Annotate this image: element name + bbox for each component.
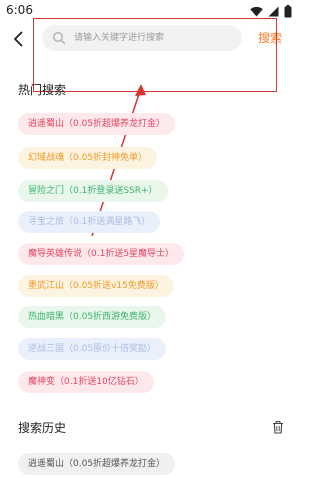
hot-search-tag[interactable]: 逆战三国（0.05原价十倍奖励） (18, 338, 167, 360)
search-box[interactable] (42, 25, 242, 51)
search-history-title: 搜索历史 (18, 421, 67, 435)
hot-search-tag[interactable]: 魔导英雄传说（0.1折送5星魔导士） (18, 243, 185, 265)
search-header: 搜索 (0, 22, 300, 58)
hot-search-tag[interactable]: 热血暗黑（0.05折西游免费版） (18, 306, 167, 328)
hot-search-tag[interactable]: 寻宝之旅（0.1折送满星路飞） (18, 211, 161, 233)
hot-search-title: 热门搜索 (18, 83, 67, 97)
status-icons (250, 5, 292, 18)
trash-icon[interactable] (272, 421, 284, 434)
hot-search-tag[interactable]: 逍遥蜀山（0.05折超爆养龙打金） (18, 113, 176, 135)
search-button[interactable]: 搜索 (258, 29, 282, 46)
hot-search-tag[interactable]: 墨武江山（0.05折送v15免费版） (18, 275, 174, 297)
hot-search-tag[interactable]: 幻域战魂（0.05折封神免单） (18, 147, 158, 169)
status-time: 6:06 (6, 3, 33, 17)
history-item[interactable]: 逍遥蜀山（0.05折超爆养龙打金） (18, 453, 176, 475)
annotation-arrow (91, 84, 146, 237)
search-icon (52, 31, 66, 45)
wifi-icon (250, 6, 263, 17)
back-arrow-icon[interactable] (10, 30, 28, 48)
signal-icon (268, 6, 279, 17)
hot-search-tag[interactable]: 魔神变（0.1折送10亿钻石） (18, 371, 154, 393)
search-input[interactable] (74, 25, 234, 51)
battery-icon (284, 5, 292, 18)
status-bar: 6:06 (0, 0, 300, 24)
hot-search-tag[interactable]: 冒险之门（0.1折登录送SSR+） (18, 180, 168, 202)
